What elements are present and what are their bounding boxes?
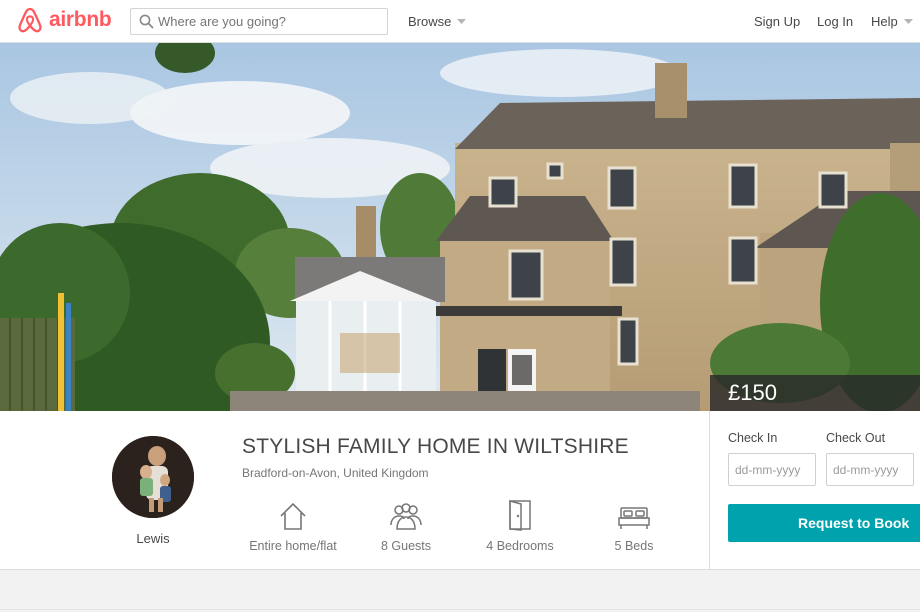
- chevron-down-icon: [903, 18, 913, 24]
- logo-text: airbnb: [49, 8, 112, 31]
- login-link[interactable]: Log In: [817, 14, 853, 29]
- amenity-label: 5 Beds: [614, 539, 654, 553]
- browse-menu[interactable]: Browse: [408, 14, 467, 29]
- listing-hero-photo: [0, 43, 920, 411]
- listing-title: STYLISH FAMILY HOME IN WILTSHIRE: [242, 435, 629, 458]
- guests-icon: [390, 503, 422, 530]
- search-input[interactable]: [158, 12, 383, 31]
- host-avatar[interactable]: [112, 436, 194, 518]
- door-icon: [509, 500, 531, 531]
- checkout-label: Check Out: [826, 431, 886, 445]
- amenity-guests: 8 Guests: [351, 497, 461, 553]
- airbnb-logo[interactable]: airbnb: [16, 6, 112, 34]
- airbnb-logo-icon: [18, 7, 42, 33]
- signup-link[interactable]: Sign Up: [754, 14, 800, 29]
- listing-summary: Lewis STYLISH FAMILY HOME IN WILTSHIRE B…: [0, 411, 709, 570]
- amenity-bedrooms: 4 Bedrooms: [465, 497, 575, 553]
- price-tag: £150: [710, 375, 920, 411]
- chevron-down-icon: [457, 18, 467, 24]
- amenity-room-type: Entire home/flat: [238, 497, 348, 553]
- search-box[interactable]: [130, 8, 388, 35]
- host-name[interactable]: Lewis: [112, 531, 194, 546]
- divider: [0, 609, 920, 610]
- checkin-date-input[interactable]: [728, 453, 816, 486]
- search-icon: [139, 14, 154, 29]
- host-photo: [112, 436, 194, 518]
- bed-icon: [618, 507, 650, 529]
- help-label: Help: [871, 14, 898, 29]
- checkout-date-input[interactable]: [826, 453, 914, 486]
- checkin-label: Check In: [728, 431, 778, 445]
- booking-panel: Check In Check Out Request to Book: [709, 411, 920, 570]
- listing-location[interactable]: Bradford-on-Avon, United Kingdom: [242, 466, 429, 480]
- house-photo: [0, 43, 920, 411]
- browse-label: Browse: [408, 14, 452, 29]
- help-menu[interactable]: Help: [871, 14, 913, 29]
- amenity-label: 4 Bedrooms: [486, 539, 554, 553]
- request-to-book-button[interactable]: Request to Book: [728, 504, 920, 542]
- amenity-beds: 5 Beds: [579, 497, 689, 553]
- amenity-label: 8 Guests: [380, 539, 432, 553]
- amenity-label: Entire home/flat: [249, 539, 337, 553]
- home-icon: [280, 503, 306, 530]
- top-navbar: airbnb Browse Sign Up Log In Help: [0, 0, 920, 43]
